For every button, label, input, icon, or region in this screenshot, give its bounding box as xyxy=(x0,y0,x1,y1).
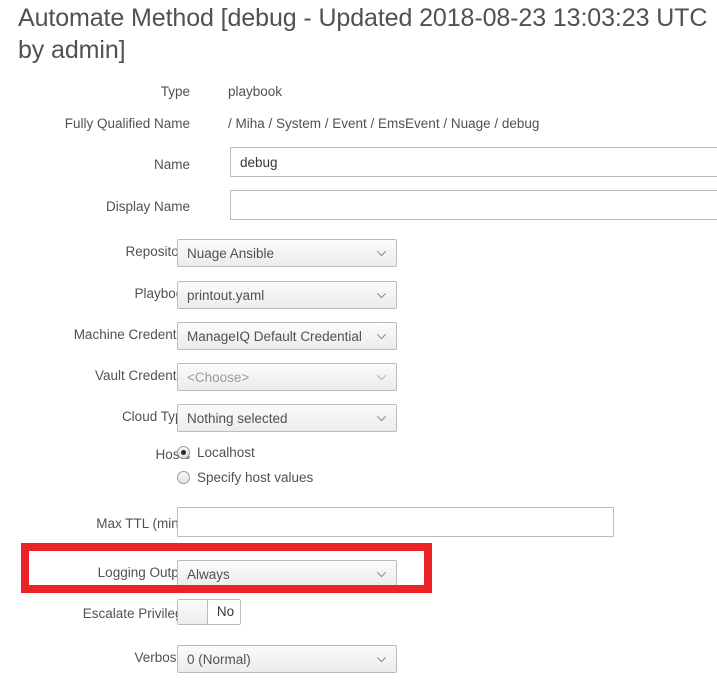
verbosity-select-value: 0 (Normal) xyxy=(187,652,251,667)
type-value: playbook xyxy=(228,84,283,99)
automate-method-form: Type playbook Fully Qualified Name / Mih… xyxy=(0,72,717,676)
repository-select-value: Nuage Ansible xyxy=(187,246,275,261)
form-row-playbook: Playbook printout.yaml xyxy=(0,272,717,313)
form-row-repository: Repository Nuage Ansible xyxy=(0,230,717,272)
form-row-fully-qualified-name: Fully Qualified Name / Miha / System / E… xyxy=(0,106,717,143)
chevron-down-icon xyxy=(377,572,386,578)
hosts-label: Hosts xyxy=(155,447,190,462)
form-row-verbosity: Verbosity 0 (Normal) xyxy=(0,636,717,676)
hosts-radio-specify-host-values[interactable]: Specify host values xyxy=(177,469,313,487)
cloud-type-label: Cloud Type xyxy=(121,409,190,424)
form-row-display-name: Display Name xyxy=(0,185,717,230)
chevron-down-icon xyxy=(377,375,386,381)
logging-output-select[interactable]: Always xyxy=(177,560,397,588)
max-ttl-input[interactable] xyxy=(177,507,614,537)
machine-credential-select-value: ManageIQ Default Credential xyxy=(187,329,362,344)
chevron-down-icon xyxy=(377,293,386,299)
toggle-knob[interactable] xyxy=(178,600,208,624)
page-title: Automate Method [debug - Updated 2018-08… xyxy=(18,4,708,64)
chevron-down-icon xyxy=(377,251,386,257)
escalate-privilege-toggle-value: No xyxy=(216,604,235,619)
hosts-radio-localhost[interactable]: Localhost xyxy=(177,444,255,462)
chevron-down-icon xyxy=(377,416,386,422)
machine-credential-label: Machine Credential xyxy=(73,327,190,342)
max-ttl-label: Max TTL (mins) xyxy=(96,516,190,531)
radio-selected-icon[interactable] xyxy=(177,446,190,460)
form-row-cloud-type: Cloud Type Nothing selected xyxy=(0,395,717,436)
form-row-max-ttl: Max TTL (mins) xyxy=(0,498,717,549)
fully-qualified-name-label: Fully Qualified Name xyxy=(64,116,190,131)
repository-select[interactable]: Nuage Ansible xyxy=(177,239,397,267)
form-row-escalate-privilege: Escalate Privilege No xyxy=(0,592,717,636)
machine-credential-select[interactable]: ManageIQ Default Credential xyxy=(177,322,397,350)
playbook-label: Playbook xyxy=(134,286,190,301)
verbosity-label: Verbosity xyxy=(134,650,190,665)
radio-unselected-icon[interactable] xyxy=(177,471,190,485)
repository-label: Repository xyxy=(125,244,190,259)
display-name-label: Display Name xyxy=(105,199,190,214)
chevron-down-icon xyxy=(377,334,386,340)
chevron-down-icon xyxy=(377,657,386,663)
escalate-privilege-toggle[interactable]: No xyxy=(177,599,241,625)
display-name-input[interactable] xyxy=(230,190,717,220)
vault-credential-select[interactable]: <Choose> xyxy=(177,363,397,391)
form-row-logging-output: Logging Output Always xyxy=(0,549,717,592)
verbosity-select[interactable]: 0 (Normal) xyxy=(177,645,397,673)
name-label: Name xyxy=(153,157,190,172)
playbook-select-value: printout.yaml xyxy=(187,288,265,303)
form-row-hosts: Hosts Localhost Specify host values xyxy=(0,436,717,498)
type-label: Type xyxy=(160,84,190,99)
form-row-machine-credential: Machine Credential ManageIQ Default Cred… xyxy=(0,313,717,354)
form-row-type: Type playbook xyxy=(0,72,717,106)
name-input[interactable] xyxy=(230,147,717,177)
vault-credential-select-value: <Choose> xyxy=(187,370,250,385)
cloud-type-select[interactable]: Nothing selected xyxy=(177,404,397,432)
hosts-radio-specify-host-values-label: Specify host values xyxy=(197,469,314,485)
hosts-radio-localhost-label: Localhost xyxy=(197,444,255,460)
logging-output-label: Logging Output xyxy=(97,565,190,580)
form-row-vault-credential: Vault Credential <Choose> xyxy=(0,354,717,395)
cloud-type-select-value: Nothing selected xyxy=(187,411,288,426)
playbook-select[interactable]: printout.yaml xyxy=(177,281,397,309)
escalate-privilege-label: Escalate Privilege xyxy=(82,606,190,621)
vault-credential-label: Vault Credential xyxy=(94,368,190,383)
fully-qualified-name-value: / Miha / System / Event / EmsEvent / Nua… xyxy=(228,116,540,131)
logging-output-select-value: Always xyxy=(187,567,230,582)
form-row-name: Name xyxy=(0,143,717,185)
